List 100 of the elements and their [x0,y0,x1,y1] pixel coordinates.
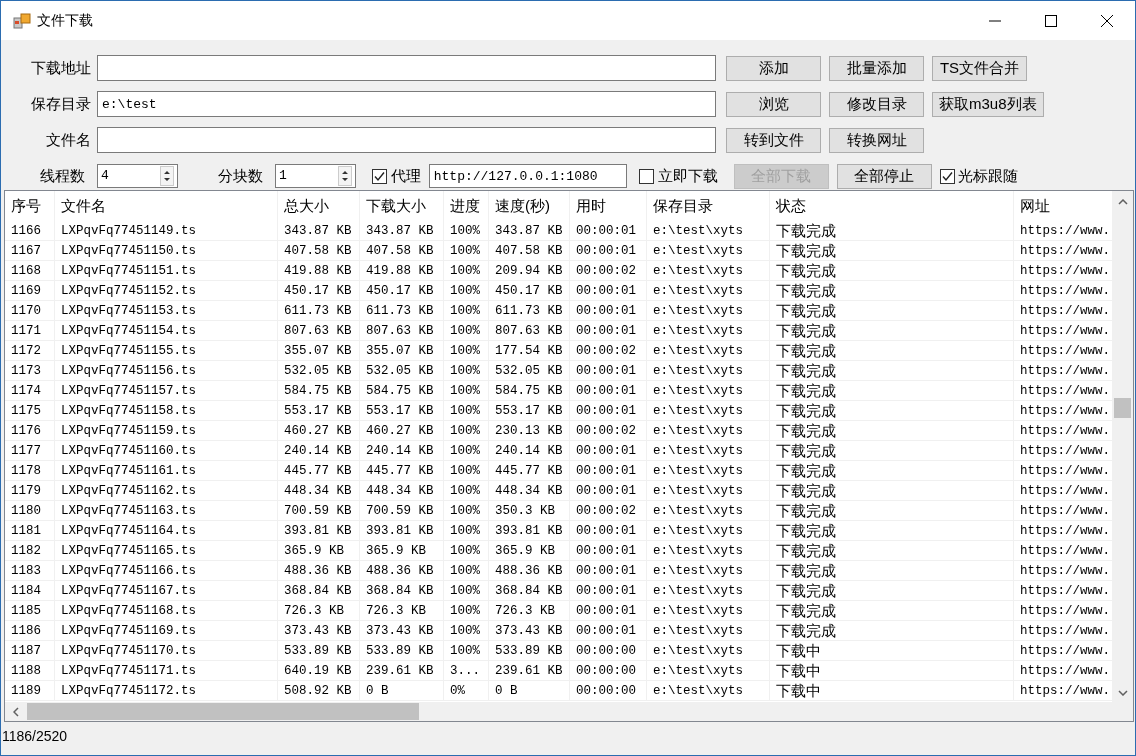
checkbox[interactable] [638,168,654,184]
table-cell: 00:00:01 [570,321,647,340]
table-cell: 100% [444,361,489,380]
column-header[interactable]: 序号 [5,191,55,221]
button[interactable]: 添加 [726,55,821,81]
table-cell: 下载完成 [770,341,1014,360]
table-cell: 584.75 KB [489,381,570,400]
table-cell: 下载完成 [770,481,1014,500]
table-cell: 407.58 KB [360,241,444,260]
column-header[interactable]: 进度 [444,191,489,221]
table-cell: 407.58 KB [278,241,360,260]
text-field[interactable]: http://127.0.0.1:1080 [428,164,627,188]
table-cell: 1176 [5,421,55,440]
column-header[interactable]: 保存目录 [647,191,770,221]
text-field[interactable]: e:\test [97,91,716,117]
column-header[interactable]: 状态 [770,191,1014,221]
table-cell: 343.87 KB [489,221,570,240]
table-cell: 240.14 KB [360,441,444,460]
table-cell: 350.3 KB [489,501,570,520]
button[interactable]: 批量添加 [829,55,924,81]
table-cell: 368.84 KB [278,581,360,600]
table-cell: 1169 [5,281,55,300]
field-label: 下载地址 [30,57,92,78]
table-cell: e:\test\xyts [647,361,770,380]
table-cell: 100% [444,621,489,640]
table-cell: 下载完成 [770,521,1014,540]
column-header[interactable]: 速度(秒) [489,191,570,221]
button[interactable]: 全部停止 [836,163,932,189]
table-cell: 100% [444,421,489,440]
table-cell: e:\test\xyts [647,301,770,320]
table-cell: 488.36 KB [489,561,570,580]
table-cell: e:\test\xyts [647,681,770,700]
button[interactable]: 浏览 [726,91,821,117]
number-field[interactable]: 1 [276,166,338,186]
table-cell: e:\test\xyts [647,241,770,260]
table-cell: 00:00:02 [570,421,647,440]
scrollbar-thumb[interactable] [27,703,419,720]
table-cell: 488.36 KB [360,561,444,580]
table-cell: 00:00:01 [570,241,647,260]
button[interactable]: TS文件合并 [932,55,1027,81]
table-cell: 365.9 KB [278,541,360,560]
table-cell: 00:00:02 [570,501,647,520]
table-cell: 700.59 KB [278,501,360,520]
table-cell: LXPqvFq77451155.ts [55,341,278,360]
table-cell: 726.3 KB [489,601,570,620]
checkbox[interactable] [939,168,955,184]
text-field[interactable] [97,127,716,153]
spin-arrows-icon[interactable] [338,166,352,186]
field-label: 线程数 [39,165,86,186]
table-cell: 1183 [5,561,55,580]
table-cell: 00:00:01 [570,521,647,540]
table-cell: e:\test\xyts [647,521,770,540]
table-cell: 100% [444,581,489,600]
close-icon[interactable] [1101,14,1113,27]
table-cell: 1177 [5,441,55,460]
table-cell: 00:00:02 [570,261,647,280]
column-header[interactable]: 下载大小 [360,191,444,221]
maximize-icon[interactable] [1045,14,1057,27]
table-cell: LXPqvFq77451170.ts [55,641,278,660]
spin-arrows-icon[interactable] [160,166,174,186]
text-field[interactable] [97,55,716,81]
scroll-up-icon[interactable] [1117,199,1128,205]
table-cell: 下载中 [770,641,1014,660]
table-cell: 下载完成 [770,621,1014,640]
table-cell: 240.14 KB [278,441,360,460]
table-cell: 239.61 KB [489,661,570,680]
button[interactable]: 转到文件 [726,127,821,153]
table-cell: 209.94 KB [489,261,570,280]
table-cell: 1182 [5,541,55,560]
scroll-left-icon[interactable] [13,706,19,717]
spinner-field[interactable]: 4 [97,164,178,188]
table-cell: 下载中 [770,681,1014,700]
scroll-down-icon[interactable] [1117,690,1128,696]
number-field[interactable]: 4 [98,166,160,186]
table-cell: 100% [444,601,489,620]
table-cell: e:\test\xyts [647,481,770,500]
column-header[interactable]: 总大小 [278,191,360,221]
field-label: 分块数 [217,165,264,186]
table-cell: 100% [444,521,489,540]
table-cell: 611.73 KB [360,301,444,320]
table-cell: 00:00:01 [570,561,647,580]
button[interactable]: 转换网址 [829,127,924,153]
button[interactable]: 获取m3u8列表 [932,91,1044,117]
button[interactable]: 修改目录 [829,91,924,117]
table-cell: 1174 [5,381,55,400]
table-cell: 407.58 KB [489,241,570,260]
spinner-field[interactable]: 1 [275,164,356,188]
table-cell: 00:00:01 [570,621,647,640]
table-cell: 700.59 KB [360,501,444,520]
table-cell: e:\test\xyts [647,461,770,480]
field-label: 保存目录 [30,93,92,114]
checkbox[interactable] [372,168,387,184]
horizontal-scrollbar[interactable] [5,702,1133,721]
column-header[interactable]: 文件名 [55,191,278,221]
table-cell: 584.75 KB [278,381,360,400]
column-header[interactable]: 用时 [570,191,647,221]
scrollbar-thumb[interactable] [1114,398,1131,418]
table-cell: 00:00:01 [570,281,647,300]
vertical-scrollbar[interactable] [1112,191,1133,702]
table-cell: 532.05 KB [489,361,570,380]
